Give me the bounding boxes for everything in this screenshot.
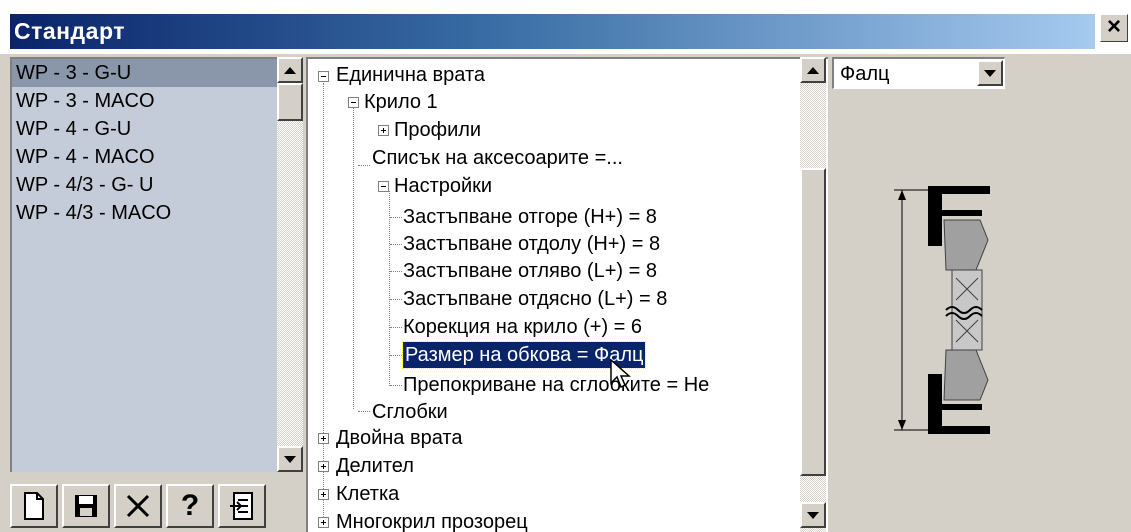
expand-icon[interactable]	[378, 125, 389, 136]
tree-node-joint-overlap[interactable]: Препокриване на сглобките = Не	[403, 372, 709, 398]
new-button[interactable]	[10, 484, 58, 528]
list-item[interactable]: WP - 4 - MACO	[12, 143, 277, 171]
standards-list[interactable]: WP - 3 - G-U WP - 3 - MACO WP - 4 - G-U …	[10, 57, 277, 472]
dimension-select[interactable]: Фалц	[832, 57, 1005, 89]
list-background	[12, 227, 277, 472]
tree-node-accessories[interactable]: Списък на аксесоарите =...	[372, 145, 623, 171]
list-item[interactable]: WP - 4/3 - G- U	[12, 171, 277, 199]
tree-scroll-up-button[interactable]	[800, 57, 826, 83]
collapse-icon[interactable]	[318, 71, 329, 82]
tree-connector	[390, 327, 402, 328]
tree-connector	[390, 217, 402, 218]
help-icon: ?	[180, 489, 200, 522]
tree-node-overlap-right[interactable]: Застъпване отдясно (L+) = 8	[403, 286, 667, 312]
tree-node-overlap-bottom[interactable]: Застъпване отдолу (H+) = 8	[403, 231, 660, 257]
window-title: Стандарт	[14, 18, 125, 44]
expand-icon[interactable]	[318, 489, 329, 500]
tree-connector	[358, 165, 370, 166]
save-button[interactable]	[62, 484, 110, 528]
new-document-icon	[24, 492, 44, 520]
tree-scroll-down-button[interactable]	[800, 502, 826, 528]
title-bar: Стандарт ×	[0, 0, 1131, 54]
import-icon	[230, 492, 253, 520]
save-icon	[75, 495, 97, 517]
tree-scroll-thumb[interactable]	[800, 168, 826, 476]
list-scroll-up-button[interactable]	[277, 57, 303, 83]
tree-connector	[389, 191, 390, 386]
import-button[interactable]	[218, 484, 266, 528]
expand-icon[interactable]	[318, 461, 329, 472]
list-scroll-thumb[interactable]	[277, 83, 303, 121]
tree-node-double-door[interactable]: Двойна врата	[336, 425, 462, 451]
arrow-up-icon	[284, 66, 296, 74]
tree-node-profiles[interactable]: Профили	[394, 117, 481, 143]
tree-connector	[390, 355, 402, 356]
delete-button[interactable]	[114, 484, 162, 528]
expand-icon[interactable]	[318, 433, 329, 444]
tree-node-overlap-top[interactable]: Застъпване отгоре (H+) = 8	[403, 204, 657, 230]
tree-node-divider[interactable]: Делител	[336, 453, 414, 479]
expand-icon[interactable]	[318, 517, 329, 528]
profile-cross-section-icon	[894, 186, 990, 434]
tree-node-joints[interactable]: Сглобки	[372, 399, 448, 425]
title-bar-gradient	[10, 14, 1095, 49]
tree-node-sash-1[interactable]: Крило 1	[364, 89, 438, 115]
tree-node-cell[interactable]: Клетка	[336, 481, 399, 507]
arrow-down-icon	[284, 455, 296, 463]
tree-connector	[358, 411, 370, 412]
list-item[interactable]: WP - 4 - G-U	[12, 115, 277, 143]
arrow-up-icon	[807, 66, 819, 74]
tree-connector	[353, 107, 354, 409]
tree-node-overlap-left[interactable]: Застъпване отляво (L+) = 8	[403, 258, 657, 284]
help-button[interactable]: ?	[166, 484, 214, 528]
tree-connector	[390, 244, 402, 245]
close-button[interactable]: ×	[1100, 14, 1128, 42]
tree-node-settings[interactable]: Настройки	[394, 173, 492, 199]
tree-node-multi-sash-window[interactable]: Многокрил прозорец	[336, 509, 528, 532]
mouse-cursor-icon	[610, 359, 631, 389]
tree-connector	[323, 83, 324, 523]
tree-node-sash-correction[interactable]: Корекция на крило (+) = 6	[403, 314, 642, 340]
tree-connector	[390, 385, 402, 386]
list-item[interactable]: WP - 4/3 - MACO	[12, 199, 277, 227]
dimension-dropdown-button[interactable]	[977, 60, 1003, 86]
collapse-icon[interactable]	[378, 181, 389, 192]
list-item[interactable]: WP - 3 - MACO	[12, 87, 277, 115]
arrow-down-icon	[807, 511, 819, 519]
delete-icon	[126, 494, 150, 518]
chevron-down-icon	[984, 69, 996, 77]
tree-node-single-door[interactable]: Единична врата	[336, 62, 485, 88]
settings-tree[interactable]: Единична врата Крило 1 Профили Списък на…	[306, 57, 828, 532]
tree-connector	[390, 271, 402, 272]
list-item[interactable]: WP - 3 - G-U	[12, 59, 277, 87]
dimension-select-value: Фалц	[840, 63, 890, 85]
list-scroll-down-button[interactable]	[277, 446, 303, 472]
tree-connector	[390, 299, 402, 300]
collapse-icon[interactable]	[348, 97, 359, 108]
